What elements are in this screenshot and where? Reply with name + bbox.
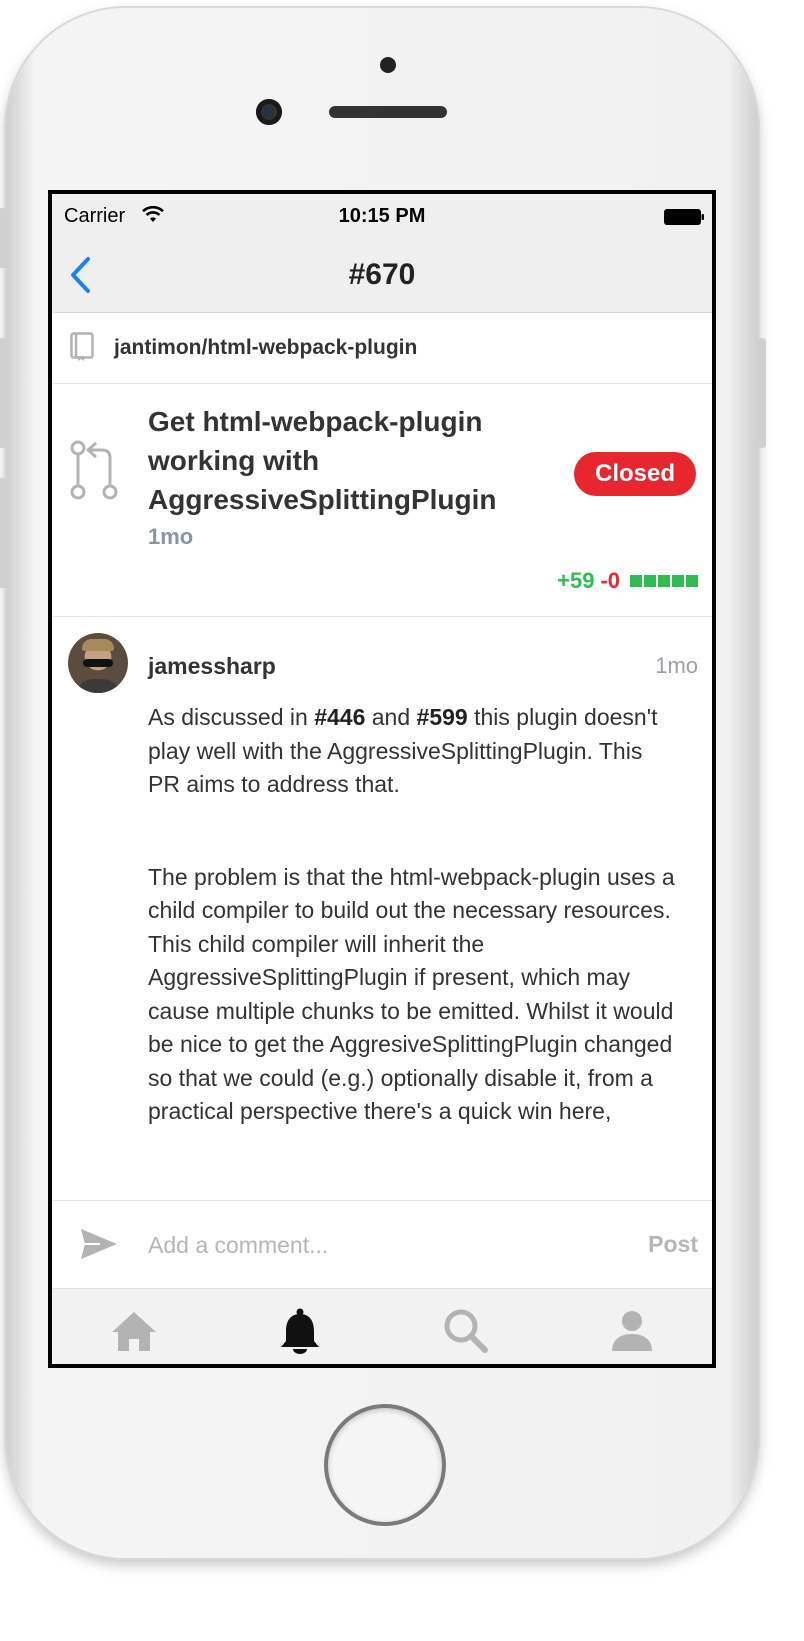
phone-volume-up: [0, 338, 6, 448]
page-title: #670: [348, 258, 416, 291]
diff-block: [644, 575, 656, 587]
pull-request-icon: [70, 440, 118, 500]
additions-count: +59: [557, 568, 595, 593]
avatar[interactable]: [68, 633, 128, 693]
phone-earpiece: [329, 106, 447, 118]
issue-reference-link[interactable]: #446: [314, 704, 365, 730]
tab-profile[interactable]: [608, 1307, 656, 1355]
issue-reference-link[interactable]: #599: [417, 704, 468, 730]
comment-paragraph: The problem is that the html-webpack-plu…: [148, 863, 675, 1125]
post-button[interactable]: Post: [648, 1231, 698, 1258]
tab-bar: [52, 1288, 712, 1364]
repository-name: jantimon/html-webpack-plugin: [114, 336, 418, 359]
navigation-bar: #670: [52, 240, 712, 313]
phone-sensor: [380, 57, 396, 73]
battery-icon: [664, 209, 704, 225]
comment-author[interactable]: jamessharp: [148, 653, 276, 680]
send-icon[interactable]: [80, 1227, 118, 1261]
home-icon: [112, 1312, 156, 1351]
comment: jamessharp 1mo As discussed in #446 and …: [52, 617, 712, 1199]
avatar-hair: [82, 639, 114, 651]
tab-home[interactable]: [110, 1307, 158, 1355]
phone-power-button: [758, 338, 766, 448]
pull-request-header: Get html-webpack-plugin working with Agg…: [52, 384, 712, 617]
avatar-glasses: [83, 659, 113, 667]
search-icon: [444, 1309, 488, 1353]
phone-home-button[interactable]: [328, 1408, 442, 1522]
status-badge: Closed: [574, 452, 696, 496]
app-screen: Carrier 10:15 PM #670 jantimon/html-webp…: [48, 190, 716, 1368]
phone-side-button: [0, 208, 6, 268]
diff-block: [686, 575, 698, 587]
person-icon: [612, 1311, 652, 1351]
pull-request-age: 1mo: [148, 524, 194, 549]
repository-row[interactable]: jantimon/html-webpack-plugin: [52, 313, 712, 384]
diff-block: [658, 575, 670, 587]
phone-camera: [256, 99, 282, 125]
diff-block: [672, 575, 684, 587]
comment-input[interactable]: [148, 1227, 608, 1263]
status-time: 10:15 PM: [338, 205, 426, 227]
comment-paragraph: As discussed in #446 and #599 this plugi…: [148, 701, 678, 802]
comment-text: As discussed in: [148, 704, 315, 730]
diff-block: [630, 575, 642, 587]
diff-stats: +59 -0: [557, 568, 698, 594]
comment-composer: Post: [52, 1200, 712, 1289]
avatar-shirt: [74, 679, 122, 693]
status-bar: Carrier 10:15 PM: [52, 194, 712, 240]
phone-volume-down: [0, 478, 6, 588]
deletions-count: -0: [600, 568, 620, 593]
comment-age: 1mo: [655, 653, 698, 678]
tab-search[interactable]: [442, 1307, 490, 1355]
diff-bar: [630, 575, 698, 587]
pull-request-title: Get html-webpack-plugin working with Agg…: [148, 406, 497, 515]
repo-icon: [70, 332, 94, 361]
comment-body: As discussed in #446 and #599 this plugi…: [148, 701, 678, 1129]
tab-notifications[interactable]: [276, 1307, 324, 1355]
bell-icon: [281, 1308, 319, 1354]
comment-text: and: [365, 704, 417, 730]
